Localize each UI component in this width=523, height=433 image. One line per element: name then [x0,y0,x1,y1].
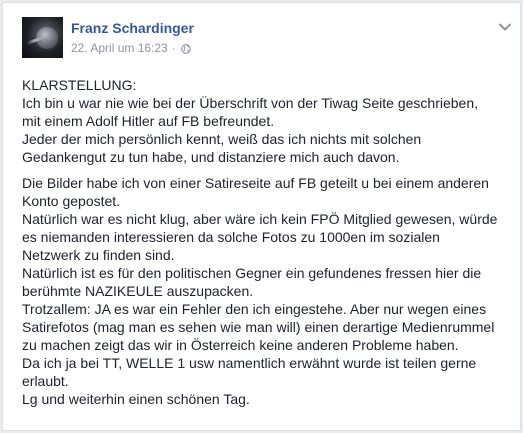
post-line: Jeder der mich persönlich kennt, weiß da… [22,131,422,147]
post-line: Trotzallem: JA es war ein Fehler den ich… [22,301,487,317]
post-line: Netzwerk zu finden sind. [22,247,175,263]
post-paragraph-2: Die Bilder habe ich von einer Satireseit… [22,174,514,408]
post-line: berühmte NAZIKEULE auszupacken. [22,283,254,299]
post-timestamp-link[interactable]: 22. April um 16:23 [71,41,168,55]
post-line: Ich bin u war nie wie bei der Überschrif… [22,95,479,111]
post-line: erlaubt. [22,373,69,389]
author-name-link[interactable]: Franz Schardinger [71,20,194,36]
chevron-down-icon[interactable] [498,19,512,31]
post-line: Da ich ja bei TT, WELLE 1 usw namentlich… [22,355,477,371]
post-line: Satirefotos (mag man es sehen wie man wi… [22,319,495,335]
post-line: KLARSTELLUNG: [22,77,137,93]
post-card: Franz Schardinger 22. April um 16:23 · K… [2,2,521,431]
post-line: Natürlich ist es für den politischen Geg… [22,265,482,281]
post-line: Lg und weiterhin einen schönen Tag. [22,391,250,407]
meta-separator: · [171,41,176,55]
post-line: Natürlich war es nicht klug, aber wäre i… [22,211,498,227]
post-line: es niemanden interessieren da solche Fot… [22,229,440,245]
post-line: mit einem Adolf Hitler auf FB befreundet… [22,113,275,129]
post-meta: 22. April um 16:23 · [71,41,191,55]
post-body: KLARSTELLUNG: Ich bin u war nie wie bei … [22,76,514,408]
avatar[interactable] [22,17,63,58]
post-line: Konto gepostet. [22,193,121,209]
post-paragraph-1: KLARSTELLUNG: Ich bin u war nie wie bei … [22,76,514,166]
post-line: Die Bilder habe ich von einer Satireseit… [22,175,489,191]
post-line: Gedankengut zu tun habe, und distanziere… [22,149,400,165]
globe-icon[interactable] [180,43,191,54]
post-line: zu machen zeigt das wir in Österreich ke… [22,337,459,353]
